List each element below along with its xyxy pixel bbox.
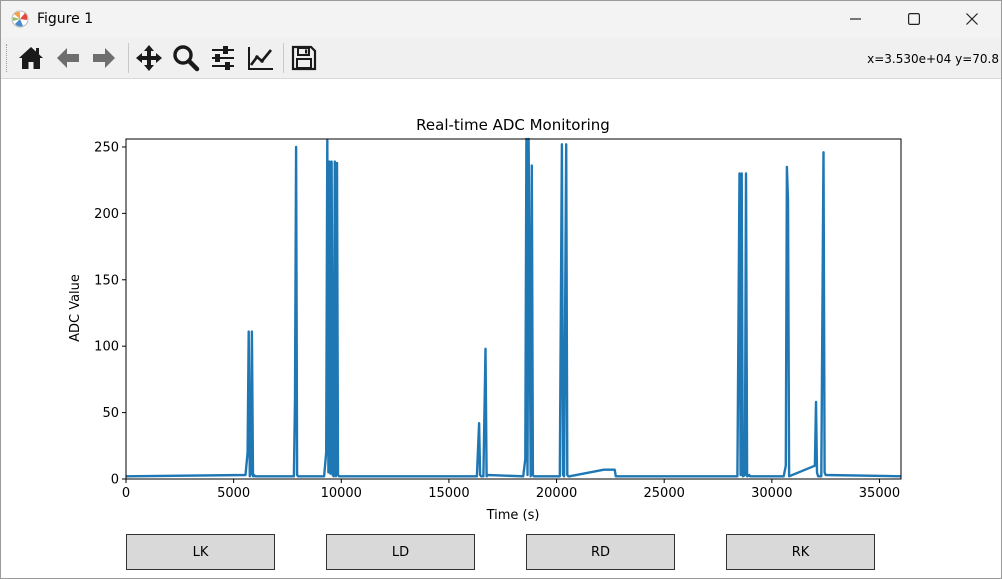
toolbar-separator: [283, 43, 284, 73]
series-line-0: [125, 137, 902, 478]
window-title: Figure 1: [37, 11, 94, 27]
pan-button[interactable]: [133, 42, 165, 74]
minimize-icon: [850, 18, 861, 20]
back-icon: [57, 48, 79, 68]
title-bar: Figure 1: [1, 1, 1001, 38]
data-series: [125, 137, 902, 478]
x-tick-label: 25000: [644, 486, 685, 501]
x-tick-label: 20000: [536, 486, 577, 501]
axis-ticks: 0 5000 10000 15000 20000 25000 30000 35000 0 50 10…: [94, 140, 900, 501]
configure-subplots-icon: [212, 46, 234, 70]
close-button[interactable]: [943, 1, 1001, 38]
zoom-button[interactable]: [170, 42, 202, 74]
y-tick-label: 150: [94, 273, 119, 288]
x-axis-label: Time (s): [486, 508, 540, 523]
x-tick-label: 15000: [428, 486, 469, 501]
navigation-toolbar: x=3.530e+04 y=70.8: [1, 38, 1001, 79]
back-button[interactable]: [52, 42, 84, 74]
maximize-button[interactable]: [885, 1, 943, 38]
edit-axes-icon: [248, 47, 273, 70]
close-icon: [966, 13, 978, 25]
x-tick-label: 0: [122, 486, 130, 501]
ld-button[interactable]: LD: [326, 534, 475, 570]
y-tick-label: 0: [111, 473, 119, 488]
y-axis-label: ADC Value: [68, 274, 83, 342]
lk-button[interactable]: LK: [126, 534, 275, 570]
x-tick-label: 30000: [751, 486, 792, 501]
chart-title: Real-time ADC Monitoring: [416, 116, 610, 134]
x-tick-label: 5000: [217, 486, 250, 501]
rd-button[interactable]: RD: [526, 534, 675, 570]
y-tick-label: 100: [94, 340, 119, 355]
pan-icon: [136, 45, 162, 71]
maximize-icon: [908, 13, 920, 25]
edit-axes-button[interactable]: [244, 42, 276, 74]
minimize-button[interactable]: [827, 1, 885, 38]
home-button[interactable]: [15, 42, 47, 74]
toolbar-grip: [6, 44, 9, 72]
home-icon: [19, 47, 43, 69]
forward-icon: [93, 48, 115, 68]
zoom-icon: [173, 45, 200, 72]
save-button[interactable]: [288, 42, 320, 74]
y-tick-label: 250: [94, 140, 119, 155]
adc-line-chart[interactable]: Real-time ADC Monitoring Time (s) ADC Va…: [0, 78, 1002, 538]
save-icon: [291, 45, 317, 71]
forward-button[interactable]: [88, 42, 120, 74]
rk-button[interactable]: RK: [726, 534, 875, 570]
x-tick-label: 10000: [321, 486, 362, 501]
toolbar-separator: [128, 43, 129, 73]
x-tick-label: 35000: [859, 486, 900, 501]
cursor-coordinates: x=3.530e+04 y=70.8: [867, 52, 999, 66]
y-tick-label: 200: [94, 207, 119, 222]
configure-subplots-button[interactable]: [207, 42, 239, 74]
matplotlib-logo-icon: [11, 10, 29, 28]
y-tick-label: 50: [102, 406, 119, 421]
